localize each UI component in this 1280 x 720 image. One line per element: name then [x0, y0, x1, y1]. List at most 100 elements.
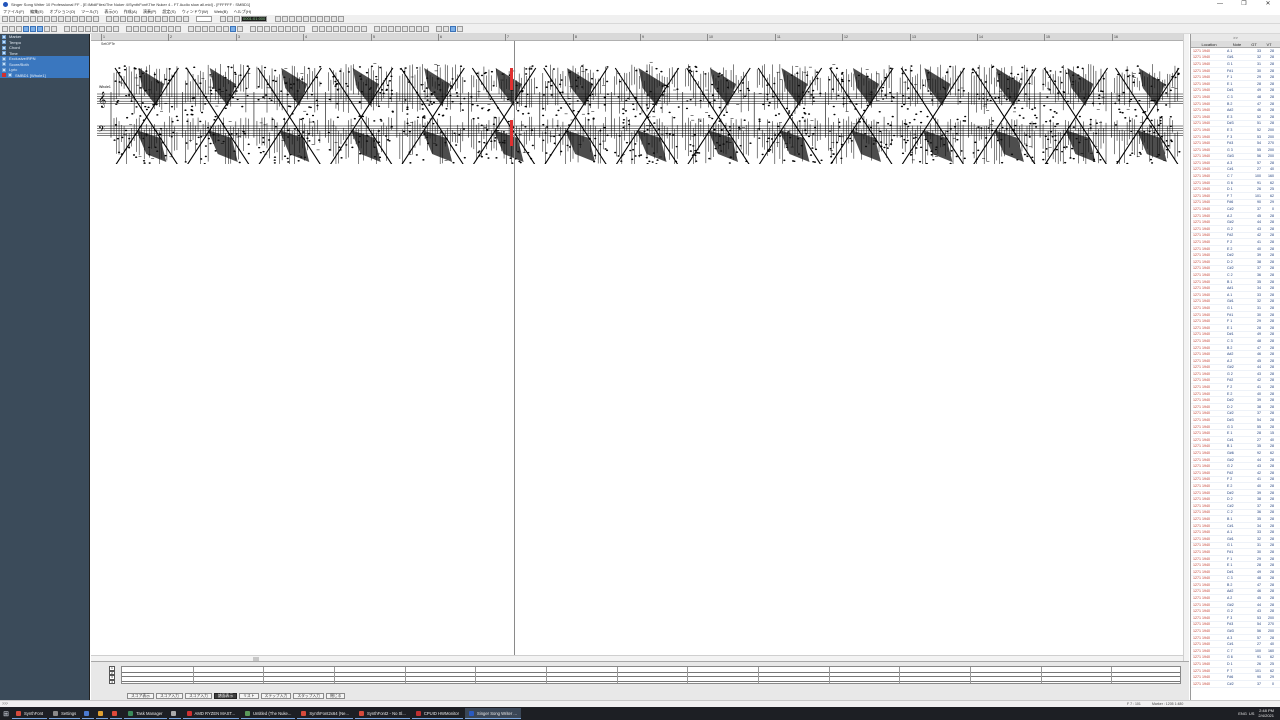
edit-tool-button[interactable]	[147, 25, 153, 32]
taskbar-app[interactable]: SynthFont2 - No Sl...	[354, 708, 410, 719]
view-tab-7[interactable]: 閉じる	[326, 693, 346, 699]
toolbar-button[interactable]	[134, 16, 140, 22]
edit-tool-button[interactable]	[271, 25, 277, 32]
event-row[interactable]: 1271 1940 E 3 52 200	[1191, 127, 1280, 134]
event-row[interactable]: 1271 1940 C#1 27 40	[1191, 167, 1280, 174]
edit-tool-button[interactable]	[71, 25, 77, 32]
event-row[interactable]: 1271 1940 D#2 39 28	[1191, 252, 1280, 259]
position-display[interactable]: 0001:01:000	[241, 16, 267, 22]
taskbar-app[interactable]: AMD RYZEN MAST...	[182, 708, 239, 719]
event-row[interactable]: 1271 1940 C 2 36 28	[1191, 510, 1280, 517]
event-row[interactable]: 1271 1940 E 1 28 28	[1191, 562, 1280, 569]
toolbar-button[interactable]	[155, 16, 161, 22]
tempo-field[interactable]	[196, 16, 212, 22]
menu-item-4[interactable]: 表示(V)	[104, 9, 117, 15]
event-row[interactable]: 1271 1940 A 1 33 28	[1191, 48, 1280, 55]
toolbar-button[interactable]	[120, 16, 126, 22]
windows-start-icon[interactable]: ⊞	[0, 707, 12, 720]
event-row[interactable]: 1271 1940 F 2 41 28	[1191, 239, 1280, 246]
view-tab-1[interactable]: スコア入力	[155, 693, 183, 699]
edit-tool-button[interactable]	[175, 25, 181, 32]
toolbar-button[interactable]	[106, 16, 112, 22]
menu-item-5[interactable]: 作成(A)	[124, 9, 137, 15]
event-row[interactable]: 1271 1940 F#2 42 28	[1191, 378, 1280, 385]
edit-tool-button[interactable]	[450, 25, 456, 32]
event-row[interactable]: 1271 1940 F 7 101 62	[1191, 193, 1280, 200]
taskbar-app[interactable]: CPUID HWMonitor	[411, 708, 463, 719]
toolbar-button[interactable]	[86, 16, 92, 22]
event-row[interactable]: 1271 1940 F 3 53 200	[1191, 134, 1280, 141]
event-row[interactable]: 1271 1940 A 2 45 28	[1191, 358, 1280, 365]
event-row[interactable]: 1271 1940 A 3 57 28	[1191, 160, 1280, 167]
edit-tool-button[interactable]	[423, 25, 429, 32]
event-row[interactable]: 1271 1940 D 2 38 28	[1191, 496, 1280, 503]
close-button[interactable]: ✕	[1256, 0, 1280, 8]
event-row[interactable]: 1271 1940 D 2 38 28	[1191, 259, 1280, 266]
toolbar-button[interactable]	[162, 16, 168, 22]
edit-tool-button[interactable]	[106, 25, 112, 32]
toolbar-button[interactable]	[65, 16, 71, 22]
menu-item-6[interactable]: 演奏(P)	[143, 9, 156, 15]
play-button[interactable]	[220, 16, 226, 22]
event-row[interactable]: 1271 1940 B 1 35 28	[1191, 444, 1280, 451]
edit-tool-button[interactable]	[223, 25, 229, 32]
event-row[interactable]: 1271 1940 F#2 42 28	[1191, 470, 1280, 477]
lang-indicator[interactable]: ENG	[1238, 711, 1247, 716]
region-indicator[interactable]: US	[1249, 711, 1255, 716]
event-row[interactable]: 1271 1940 B 1 35 28	[1191, 516, 1280, 523]
event-row[interactable]: 1271 1940 E 2 40 28	[1191, 391, 1280, 398]
edit-tool-button[interactable]	[237, 25, 243, 32]
event-row[interactable]: 1271 1940 C#1 34 28	[1191, 523, 1280, 530]
menu-item-1[interactable]: 編集(E)	[30, 9, 43, 15]
edit-tool-button[interactable]	[333, 25, 339, 32]
event-row[interactable]: 1271 1940 G#2 44 28	[1191, 365, 1280, 372]
event-row[interactable]: 1271 1940 F 1 29 28	[1191, 556, 1280, 563]
edit-tool-button[interactable]	[264, 25, 270, 32]
event-row[interactable]: 1271 1940 A#1 34 28	[1191, 285, 1280, 292]
edit-tool-button[interactable]	[250, 25, 256, 32]
edit-tool-button[interactable]	[388, 25, 394, 32]
event-row[interactable]: 1271 1940 B 2 47 28	[1191, 582, 1280, 589]
event-row[interactable]: 1271 1940 E 2 40 28	[1191, 483, 1280, 490]
event-row[interactable]: 1271 1940 C#2 37 0	[1191, 206, 1280, 213]
event-row[interactable]: 1271 1940 G 3 55 28	[1191, 424, 1280, 431]
event-row[interactable]: 1271 1940 C 7 100 160	[1191, 173, 1280, 180]
record-button[interactable]	[234, 16, 240, 22]
toolbar-button[interactable]	[37, 16, 43, 22]
toolbar-button[interactable]	[58, 16, 64, 22]
event-row[interactable]: 1271 1940 C#1 27 40	[1191, 641, 1280, 649]
toolbar-button[interactable]	[282, 16, 288, 22]
event-row[interactable]: 1271 1940 F 1 29 28	[1191, 74, 1280, 81]
track-enable-checkbox[interactable]	[2, 40, 6, 45]
track-enable-checkbox[interactable]	[2, 51, 6, 56]
event-row[interactable]: 1271 1940 F#2 42 28	[1191, 233, 1280, 240]
event-row[interactable]: 1271 1940 C 7 100 160	[1191, 648, 1280, 655]
event-row[interactable]: 1271 1940 E 2 40 28	[1191, 246, 1280, 253]
toolbar-button[interactable]	[51, 16, 57, 22]
toolbar-button[interactable]	[141, 16, 147, 22]
edit-tool-button[interactable]	[354, 25, 360, 32]
vertical-scrollbar[interactable]	[1183, 34, 1189, 661]
toolbar-button[interactable]	[303, 16, 309, 22]
toolbar-button[interactable]	[16, 16, 22, 22]
edit-tool-button[interactable]	[126, 25, 132, 32]
event-row[interactable]: 1271 1940 D 2 38 28	[1191, 404, 1280, 411]
event-row[interactable]: 1271 1940 C#2 37 28	[1191, 411, 1280, 418]
column-gt[interactable]: GT	[1247, 42, 1261, 47]
toolbar-button[interactable]	[72, 16, 78, 22]
menu-item-10[interactable]: ヘルプ(H)	[234, 9, 252, 15]
taskbar-app[interactable]: Singer Song Writer ...	[464, 708, 521, 719]
event-row[interactable]: 1271 1940 A 2 45 28	[1191, 213, 1280, 220]
edit-tool-button[interactable]	[99, 25, 105, 32]
event-row[interactable]: 1271 1940 G#6 92 62	[1191, 450, 1280, 457]
minimize-button[interactable]: —	[1208, 0, 1232, 8]
edit-tool-button[interactable]	[44, 25, 50, 32]
toolbar-button[interactable]	[79, 16, 85, 22]
edit-tool-button[interactable]	[85, 25, 91, 32]
event-row[interactable]: 1271 1940 C 3 48 28	[1191, 338, 1280, 345]
taskbar-app[interactable]	[82, 708, 95, 719]
edit-tool-button[interactable]	[2, 25, 8, 32]
event-row[interactable]: 1271 1940 G 1 31 28	[1191, 543, 1280, 550]
edit-tool-button[interactable]	[312, 25, 318, 32]
view-tab-3[interactable]: 譜面表示	[213, 693, 238, 699]
